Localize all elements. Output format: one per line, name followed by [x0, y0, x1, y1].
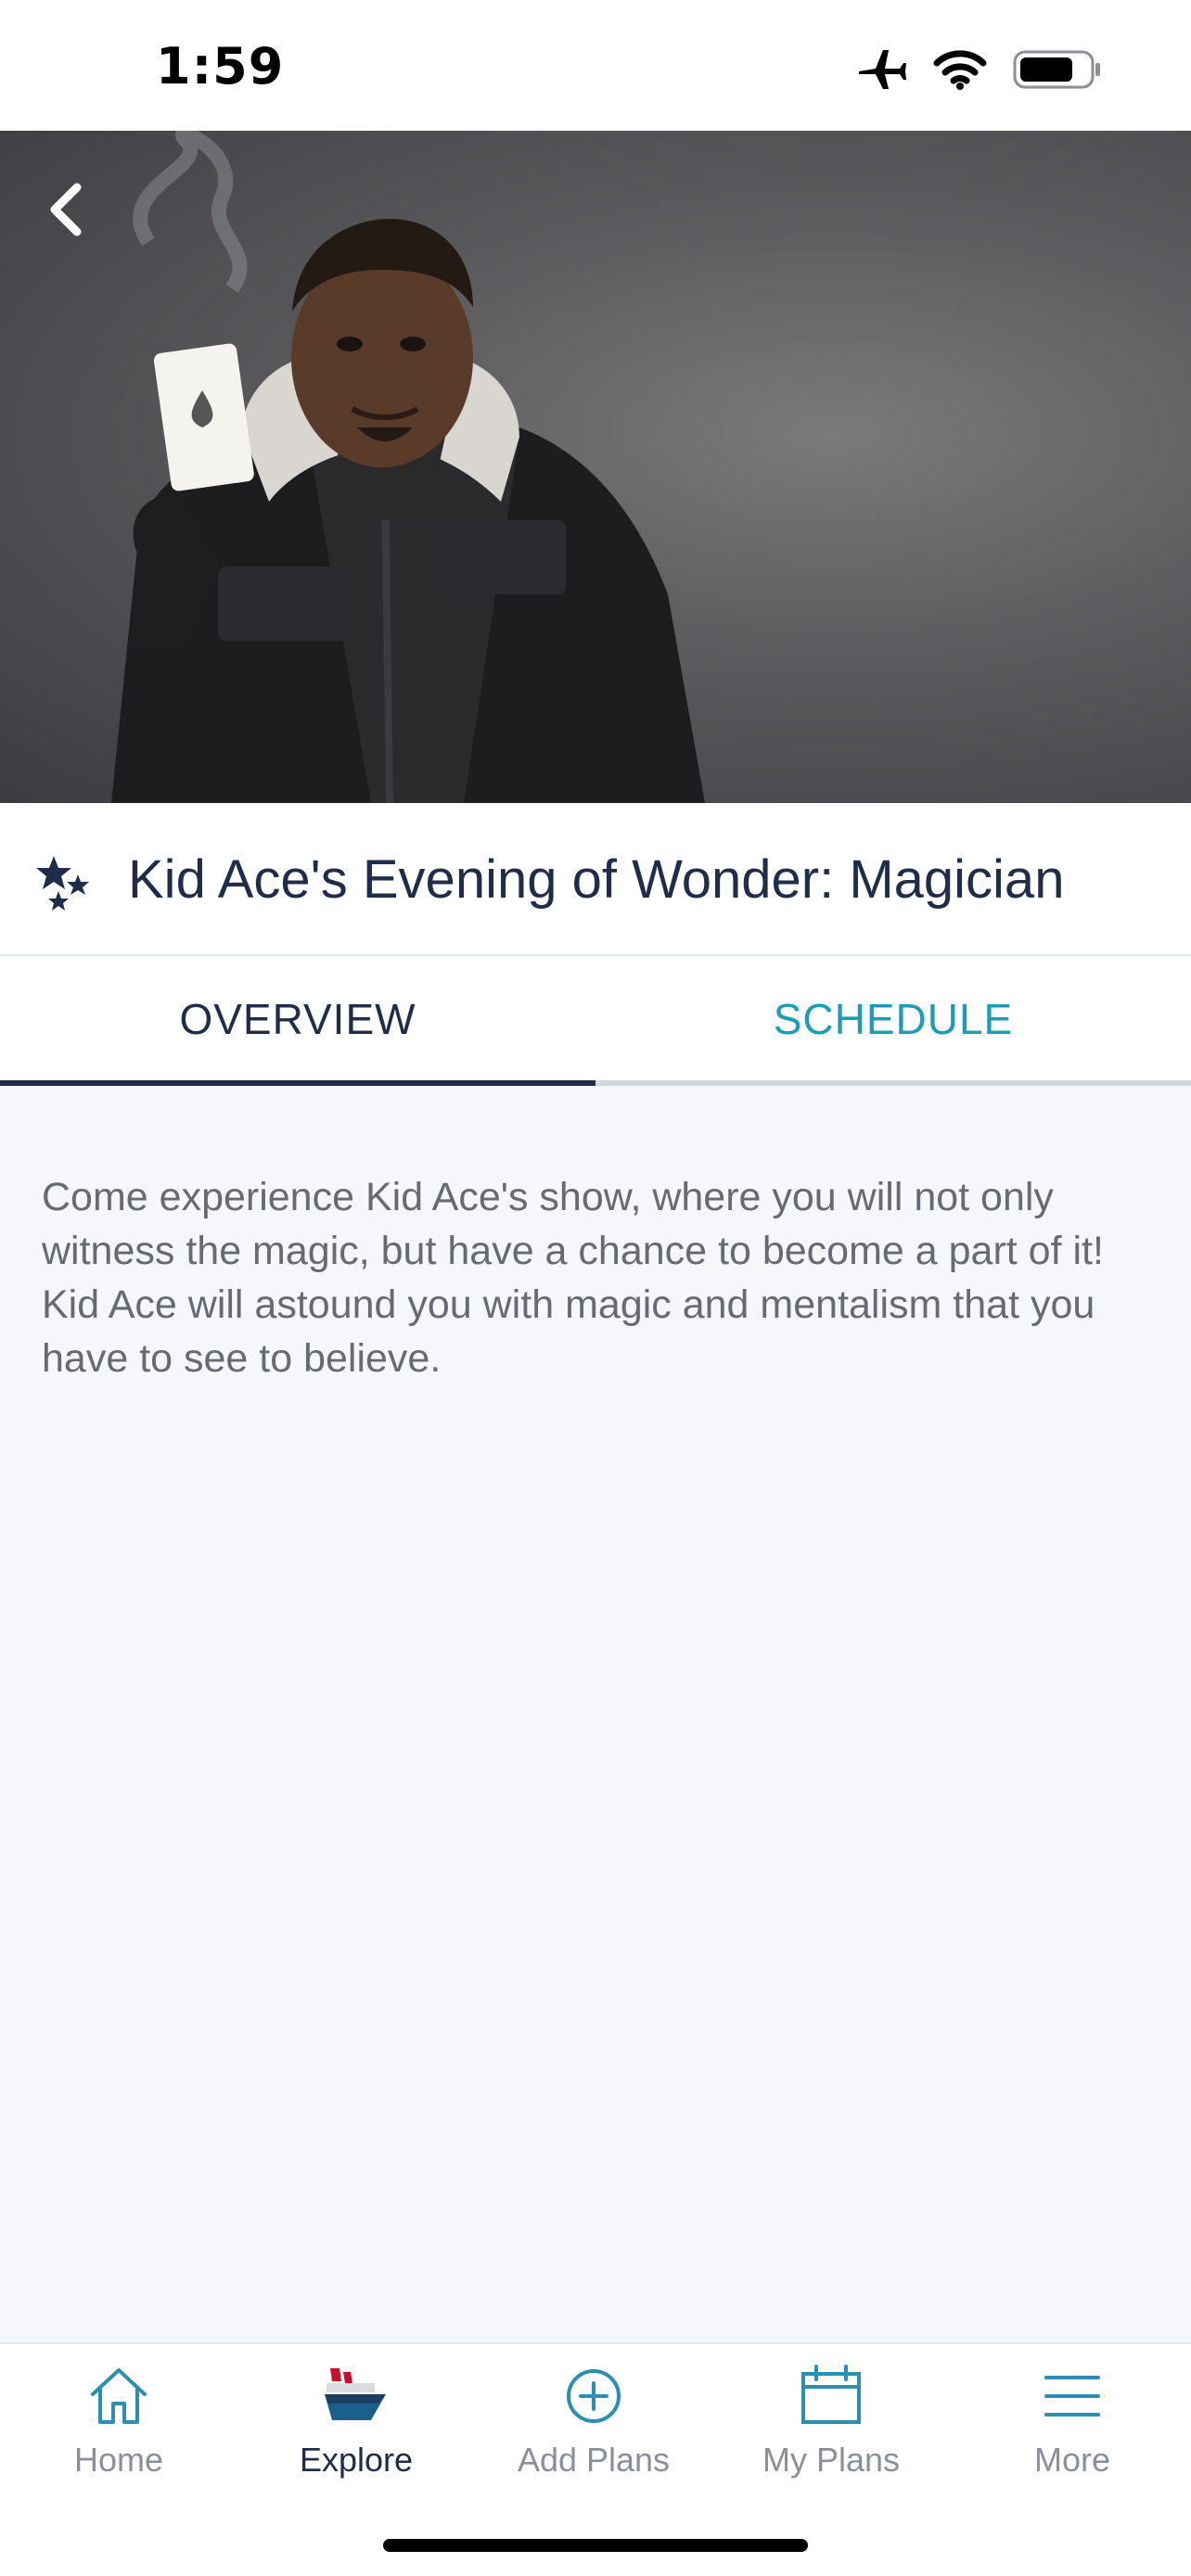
event-description: Come experience Kid Ace's show, where yo…	[42, 1175, 1104, 1381]
status-bar: 1:59	[0, 0, 1191, 131]
event-title: Kid Ace's Evening of Wonder: Magician	[128, 849, 1065, 910]
status-time: 1:59	[156, 37, 285, 96]
chevron-left-icon	[50, 183, 82, 236]
add-circle-icon	[567, 2369, 621, 2423]
home-icon	[91, 2368, 147, 2424]
event-detail-screen: 1:59 Kid Ace's Evening of Wonder: Magici…	[0, 0, 1191, 2576]
nav-more-label: More	[1033, 2441, 1111, 2479]
tab-schedule[interactable]: SCHEDULE	[596, 957, 1191, 1086]
status-icons	[855, 46, 1102, 93]
magician-photo	[111, 131, 705, 803]
nav-my-plans[interactable]: My Plans	[712, 2363, 950, 2502]
nav-home[interactable]: Home	[0, 2363, 237, 2502]
nav-more[interactable]: More	[954, 2363, 1191, 2502]
tab-bar: OVERVIEW SCHEDULE	[0, 957, 1191, 1086]
calendar-icon	[801, 2365, 861, 2424]
battery-icon	[1013, 50, 1100, 89]
menu-icon	[1044, 2376, 1100, 2417]
stars-icon	[36, 856, 89, 911]
nav-explore[interactable]: Explore	[237, 2363, 475, 2502]
hero-image	[0, 131, 1191, 803]
airplane-icon	[859, 50, 906, 89]
tab-overview[interactable]: OVERVIEW	[0, 957, 596, 1086]
event-title-row: Kid Ace's Evening of Wonder: Magician	[0, 803, 1191, 956]
home-indicator[interactable]	[383, 2539, 808, 2552]
nav-add-plans[interactable]: Add Plans	[475, 2363, 712, 2502]
nav-my-plans-label: My Plans	[762, 2441, 901, 2479]
nav-explore-label: Explore	[299, 2441, 414, 2479]
nav-home-label: Home	[73, 2441, 164, 2479]
ship-icon	[325, 2368, 386, 2420]
nav-add-plans-label: Add Plans	[517, 2441, 671, 2479]
wifi-icon	[933, 50, 987, 90]
back-button[interactable]	[33, 172, 98, 247]
